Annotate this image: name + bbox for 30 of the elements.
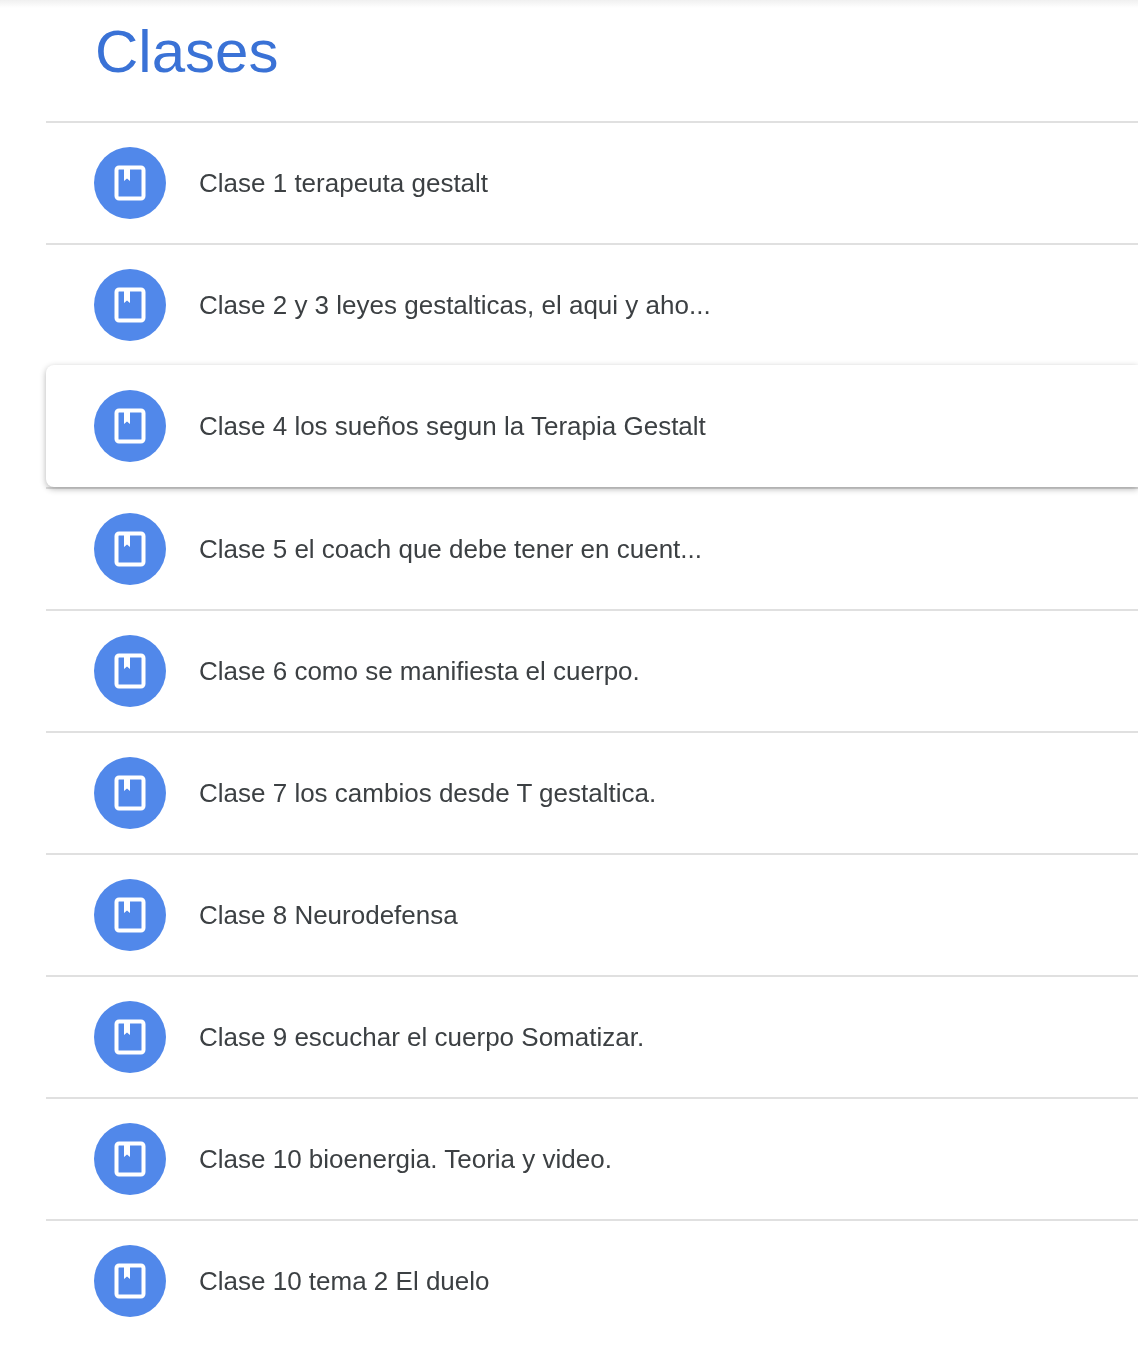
class-title: Clase 8 Neurodefensa — [199, 898, 458, 932]
book-icon — [94, 147, 166, 219]
class-list-item[interactable]: Clase 4 los sueños segun la Terapia Gestalt — [46, 365, 1138, 487]
class-title: Clase 5 el coach que debe tener en cuent... — [199, 532, 702, 566]
book-icon — [94, 1245, 166, 1317]
class-title: Clase 2 y 3 leyes gestalticas, el aqui y aho... — [199, 288, 711, 322]
class-title: Clase 4 los sueños segun la Terapia Gestalt — [199, 409, 706, 443]
book-icon — [94, 513, 166, 585]
class-list-item[interactable]: Clase 6 como se manifiesta el cuerpo. — [46, 609, 1138, 731]
class-list-item[interactable]: Clase 9 escuchar el cuerpo Somatizar. — [46, 975, 1138, 1097]
book-icon — [94, 1123, 166, 1195]
class-title: Clase 10 tema 2 El duelo — [199, 1264, 490, 1298]
class-title: Clase 10 bioenergia. Teoria y video. — [199, 1142, 612, 1176]
class-title: Clase 6 como se manifiesta el cuerpo. — [199, 654, 640, 688]
class-list-item[interactable]: Clase 7 los cambios desde T gestaltica. — [46, 731, 1138, 853]
book-icon — [94, 757, 166, 829]
book-icon — [94, 390, 166, 462]
book-icon — [94, 1001, 166, 1073]
book-icon — [94, 269, 166, 341]
class-list-item[interactable]: Clase 1 terapeuta gestalt — [46, 121, 1138, 243]
book-icon — [94, 879, 166, 951]
class-title: Clase 7 los cambios desde T gestaltica. — [199, 776, 657, 810]
class-list-item[interactable]: Clase 10 bioenergia. Teoria y video. — [46, 1097, 1138, 1219]
class-title: Clase 9 escuchar el cuerpo Somatizar. — [199, 1020, 645, 1054]
book-icon — [94, 635, 166, 707]
class-list-item[interactable]: Clase 5 el coach que debe tener en cuent... — [46, 487, 1138, 609]
class-list-item[interactable]: Clase 8 Neurodefensa — [46, 853, 1138, 975]
class-title: Clase 1 terapeuta gestalt — [199, 166, 489, 200]
page-title: Clases — [95, 17, 279, 87]
class-list-item[interactable]: Clase 10 tema 2 El duelo — [46, 1219, 1138, 1341]
